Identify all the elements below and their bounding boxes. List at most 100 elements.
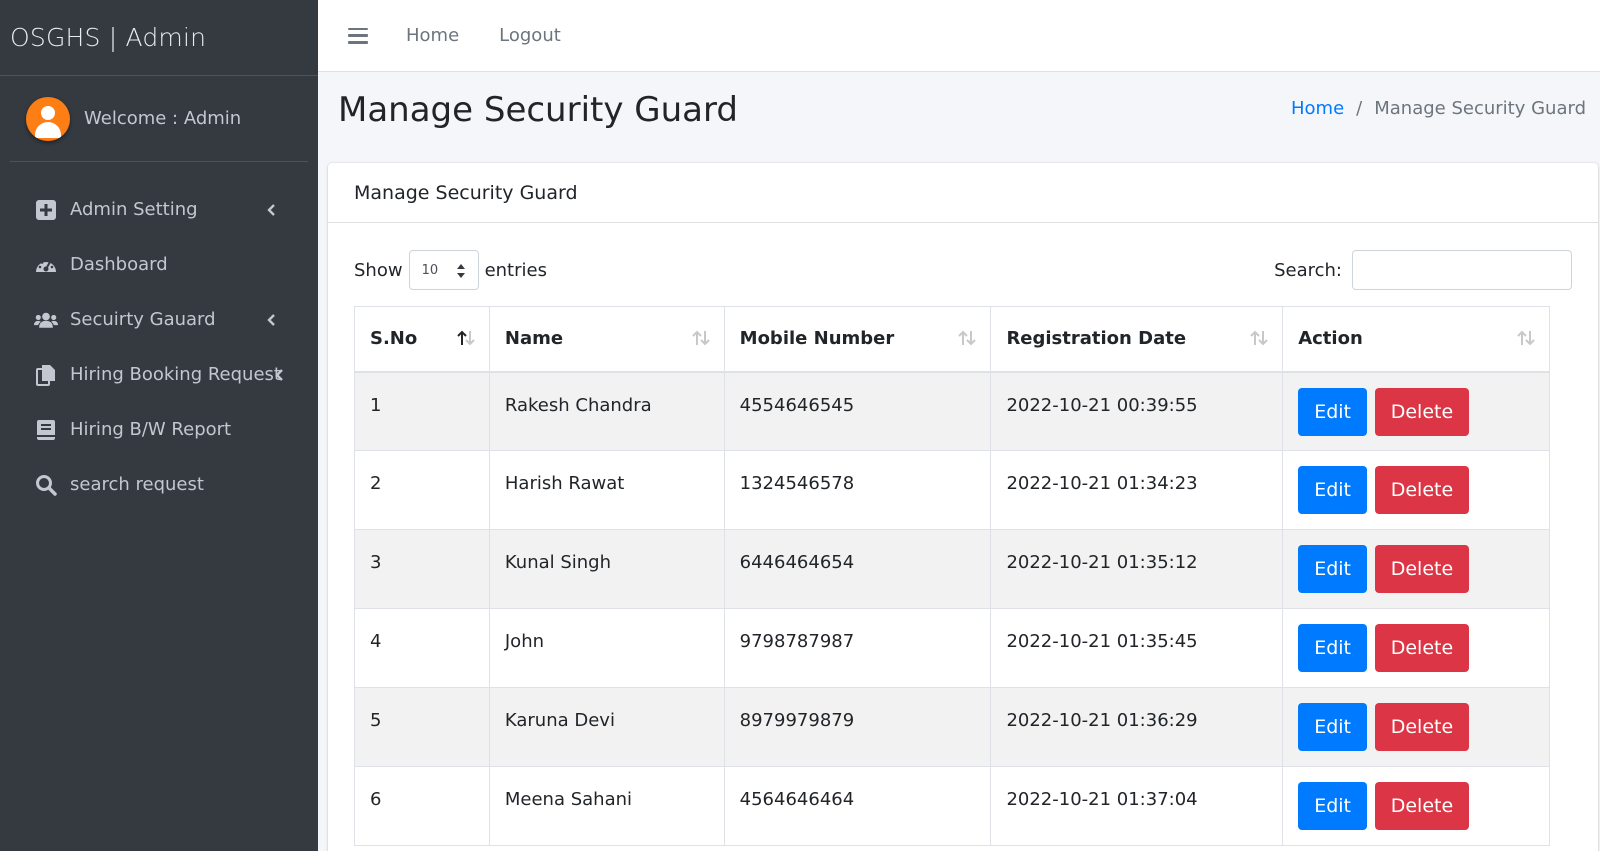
table-row: 5 Karuna Devi 8979979879 2022-10-21 01:3… [354, 687, 1550, 767]
table-search: Search: [1274, 250, 1572, 290]
column-header-registration-date[interactable]: Registration Date [990, 306, 1284, 373]
entries-length: Show 10 entries [354, 250, 547, 290]
cell-action: Edit Delete [1282, 371, 1550, 451]
sidebar-item-label: Admin Setting [70, 199, 198, 220]
cell-name: Harish Rawat [488, 450, 725, 530]
table-header-row: S.No Name Mobile Number Registration Dat… [354, 306, 1550, 373]
edit-button[interactable]: Edit [1298, 782, 1367, 830]
user-panel: Welcome : Admin [10, 76, 308, 162]
cell-name: Kunal Singh [488, 529, 725, 609]
users-icon [34, 308, 58, 332]
guard-card: Manage Security Guard Show 10 entries Se… [328, 163, 1598, 851]
cell-date: 2022-10-21 01:36:29 [990, 687, 1284, 767]
guard-table: S.No Name Mobile Number Registration Dat… [354, 306, 1550, 846]
cell-action: Edit Delete [1282, 608, 1550, 688]
cell-mobile: 4554646545 [723, 371, 992, 451]
delete-button[interactable]: Delete [1374, 703, 1470, 751]
table-controls: Show 10 entries Search: [328, 223, 1598, 303]
column-header-label: Action [1298, 328, 1363, 350]
cell-name: Rakesh Chandra [488, 371, 725, 451]
sidebar-item-search-request[interactable]: search request [10, 457, 308, 512]
nav-logout-link[interactable]: Logout [499, 25, 561, 46]
edit-button[interactable]: Edit [1298, 624, 1367, 672]
welcome-text[interactable]: Welcome : Admin [84, 108, 241, 129]
column-header-sno[interactable]: S.No [354, 306, 490, 373]
table-row: 4 John 9798787987 2022-10-21 01:35:45 Ed… [354, 608, 1550, 688]
sidebar-item-dashboard[interactable]: Dashboard [10, 237, 308, 292]
cell-date: 2022-10-21 01:37:04 [990, 766, 1284, 846]
cell-action: Edit Delete [1282, 529, 1550, 609]
sidebar-item-hiring-booking-request[interactable]: Hiring Booking Request [10, 347, 308, 402]
cell-mobile: 1324546578 [723, 450, 992, 530]
breadcrumb-home-link[interactable]: Home [1291, 98, 1344, 119]
cell-date: 2022-10-21 01:35:12 [990, 529, 1284, 609]
sidebar-item-label: search request [70, 474, 204, 495]
brand-text[interactable]: OSGHS | Admin [10, 23, 206, 52]
delete-button[interactable]: Delete [1374, 545, 1470, 593]
sort-icon [1517, 330, 1535, 346]
table-row: 2 Harish Rawat 1324546578 2022-10-21 01:… [354, 450, 1550, 530]
sort-icon [958, 330, 977, 346]
cell-date: 2022-10-21 01:34:23 [990, 450, 1284, 530]
cell-action: Edit Delete [1282, 687, 1550, 767]
search-input[interactable] [1352, 250, 1572, 290]
hamburger-menu-icon[interactable] [348, 27, 368, 44]
column-header-name[interactable]: Name [488, 306, 725, 373]
column-header-action[interactable]: Action [1282, 306, 1550, 373]
edit-button[interactable]: Edit [1298, 466, 1367, 514]
cell-sno: 2 [354, 450, 490, 530]
cell-name: Karuna Devi [488, 687, 725, 767]
entries-select-value: 10 [421, 263, 439, 278]
column-header-label: Mobile Number [739, 328, 895, 350]
cell-mobile: 6446464654 [723, 529, 992, 609]
edit-button[interactable]: Edit [1298, 545, 1367, 593]
breadcrumb: Home / Manage Security Guard [1291, 98, 1586, 119]
sidebar-nav: Admin Setting Dashboard Secuirty Gauard … [0, 182, 318, 512]
cell-mobile: 8979979879 [723, 687, 992, 767]
cell-mobile: 9798787987 [723, 608, 992, 688]
sidebar-item-admin-setting[interactable]: Admin Setting [10, 182, 308, 237]
cell-sno: 6 [354, 766, 490, 846]
delete-button[interactable]: Delete [1374, 466, 1470, 514]
sidebar-item-label: Dashboard [70, 254, 168, 275]
delete-button[interactable]: Delete [1374, 782, 1470, 830]
sort-asc-icon [457, 330, 475, 346]
sidebar-item-hiring-report[interactable]: Hiring B/W Report [10, 402, 308, 457]
sort-icon [691, 330, 710, 346]
sidebar: OSGHS | Admin Welcome : Admin Admin Sett… [0, 0, 318, 851]
cell-sno: 3 [354, 529, 490, 609]
edit-button[interactable]: Edit [1298, 387, 1367, 436]
delete-button[interactable]: Delete [1374, 387, 1470, 436]
sidebar-item-security-guard[interactable]: Secuirty Gauard [10, 292, 308, 347]
top-navbar: Home Logout [318, 0, 1600, 72]
cell-mobile: 4564646464 [723, 766, 992, 846]
cell-sno: 4 [354, 608, 490, 688]
cell-name: Meena Sahani [488, 766, 725, 846]
table-row: 3 Kunal Singh 6446464654 2022-10-21 01:3… [354, 529, 1550, 609]
search-icon [34, 473, 58, 497]
chevron-left-icon [267, 203, 275, 216]
avatar [26, 96, 70, 141]
chevron-left-icon [267, 313, 275, 326]
column-header-label: Name [504, 328, 564, 350]
entries-select[interactable]: 10 [408, 250, 479, 290]
card-title: Manage Security Guard [328, 163, 1598, 223]
column-header-label: Registration Date [1006, 328, 1187, 350]
column-header-label: S.No [370, 328, 418, 350]
cell-date: 2022-10-21 01:35:45 [990, 608, 1284, 688]
book-icon [34, 418, 58, 442]
nav-home-link[interactable]: Home [406, 25, 459, 46]
column-header-mobile[interactable]: Mobile Number [723, 306, 992, 373]
brand[interactable]: OSGHS | Admin [0, 0, 318, 76]
table-row: 6 Meena Sahani 4564646464 2022-10-21 01:… [354, 766, 1550, 846]
cell-date: 2022-10-21 00:39:55 [990, 371, 1284, 451]
cell-name: John [488, 608, 725, 688]
sort-icon [1250, 330, 1268, 346]
page-title: Manage Security Guard [338, 90, 738, 130]
table-row: 1 Rakesh Chandra 4554646545 2022-10-21 0… [354, 371, 1550, 451]
sidebar-item-label: Secuirty Gauard [70, 309, 216, 330]
cell-action: Edit Delete [1282, 450, 1550, 530]
edit-button[interactable]: Edit [1298, 703, 1367, 751]
breadcrumb-active: Manage Security Guard [1374, 98, 1586, 119]
delete-button[interactable]: Delete [1374, 624, 1470, 672]
